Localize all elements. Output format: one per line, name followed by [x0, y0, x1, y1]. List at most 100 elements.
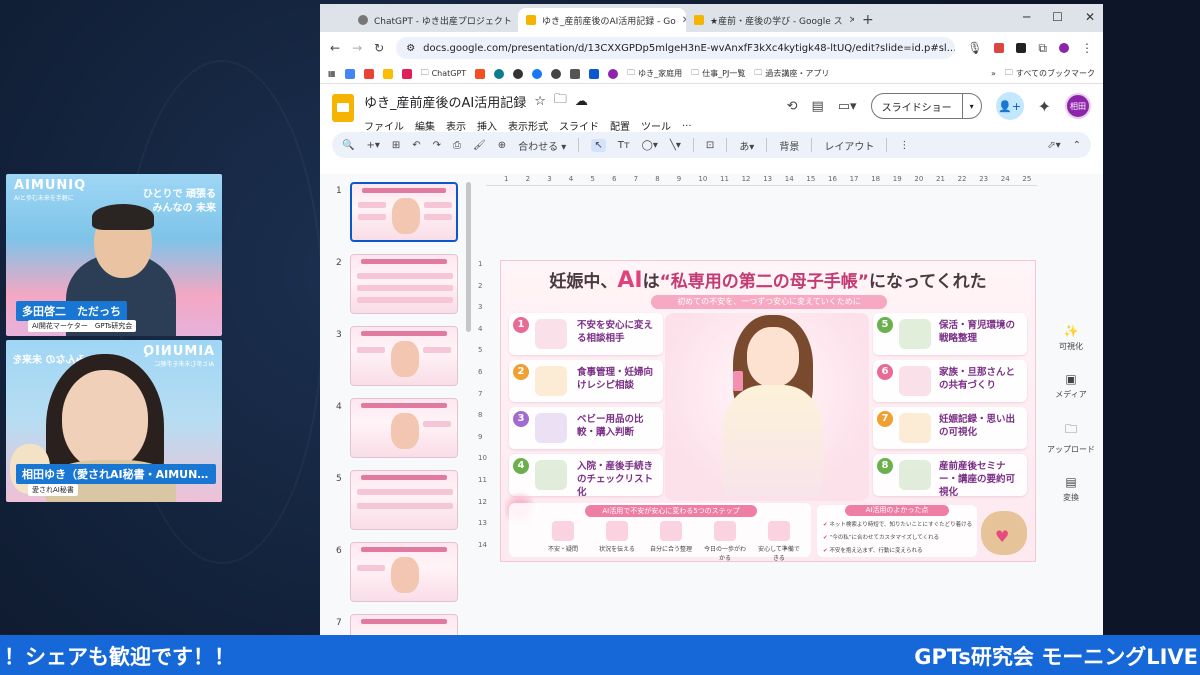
- google-icon[interactable]: [344, 68, 355, 79]
- shape-icon[interactable]: ◯▾: [642, 140, 658, 151]
- slide-canvas[interactable]: 妊娠中、AIは“私専用の第二の母子手帳”になってくれた 初めての不安を、一つずつ…: [500, 260, 1036, 562]
- slide-thumbnail-2[interactable]: [350, 254, 458, 314]
- bookmark-icon[interactable]: [589, 68, 600, 79]
- bookmark-icon[interactable]: [608, 68, 619, 79]
- pointer-mode-icon[interactable]: ⬀▾: [1047, 140, 1060, 151]
- menu-format[interactable]: 表示形式: [508, 118, 548, 133]
- tab-chatgpt[interactable]: ChatGPT - ゆき出産プロジェクト ✕: [350, 8, 518, 32]
- background-button[interactable]: 背景: [779, 138, 799, 153]
- layout-button[interactable]: レイアウト: [824, 138, 874, 153]
- text-box-icon[interactable]: Tт: [618, 140, 630, 151]
- menu-slide[interactable]: スライド: [559, 118, 599, 133]
- card-illustration-icon: [535, 460, 567, 490]
- menu-tools[interactable]: ツール: [641, 118, 671, 133]
- apple-icon[interactable]: [570, 68, 581, 79]
- folder-icon: 🗀: [1064, 422, 1077, 436]
- cloud-status-icon[interactable]: ☁: [575, 94, 588, 109]
- bookmark-chatgpt[interactable]: 🗀 ChatGPT: [421, 67, 467, 81]
- select-cursor-icon[interactable]: ↖: [591, 138, 606, 152]
- filmstrip-scrollbar[interactable]: [466, 182, 471, 332]
- close-icon[interactable]: ✕: [849, 15, 854, 26]
- menu-file[interactable]: ファイル: [364, 118, 404, 133]
- browser-menu-icon[interactable]: ⋮: [1081, 41, 1093, 55]
- extension-icon[interactable]: [1016, 43, 1027, 53]
- more-options-icon[interactable]: ⋮: [899, 140, 909, 151]
- input-tools-icon[interactable]: あ▾: [739, 138, 754, 153]
- reload-icon[interactable]: ↻: [374, 41, 384, 55]
- menu-insert[interactable]: 挿入: [477, 118, 497, 133]
- forward-icon[interactable]: →: [352, 41, 362, 55]
- account-avatar[interactable]: 相田: [1065, 93, 1091, 119]
- slide-thumbnail-5[interactable]: [350, 470, 458, 530]
- bookmark-folder-past[interactable]: 🗀 過去講座・アプリ: [754, 67, 829, 81]
- add-comment-icon[interactable]: ⊞: [392, 140, 400, 151]
- new-tab-button[interactable]: +: [854, 12, 882, 32]
- mic-icon[interactable]: 🎙: [967, 41, 982, 55]
- ruler-tick-label: 12: [741, 175, 751, 183]
- collapse-toolbar-icon[interactable]: ⌃: [1073, 140, 1081, 151]
- facebook-icon[interactable]: [532, 68, 543, 79]
- back-icon[interactable]: ←: [330, 41, 340, 55]
- slideshow-button[interactable]: スライドショー ▾: [870, 93, 982, 119]
- slides-logo-icon[interactable]: [332, 94, 354, 122]
- site-info-icon[interactable]: ⚙: [406, 43, 415, 54]
- zoom-fit-select[interactable]: 合わせる ▾: [518, 138, 566, 153]
- meet-camera-icon[interactable]: ▭▾: [838, 99, 857, 114]
- bookmark-icon[interactable]: [513, 68, 524, 79]
- slide-number: 3: [336, 330, 342, 340]
- url-field[interactable]: ⚙ docs.google.com/presentation/d/13CXXGP…: [396, 37, 956, 59]
- bookmark-icon[interactable]: [551, 68, 562, 79]
- all-bookmarks-folder[interactable]: 🗀 すべてのブックマーク: [1005, 67, 1095, 81]
- comments-icon[interactable]: ▤: [811, 99, 823, 114]
- merit-item: 不安を抱え込まず、行動に変えられる: [823, 546, 922, 554]
- document-title[interactable]: ゆき_産前産後のAI活用記録: [364, 92, 526, 111]
- redo-icon[interactable]: ↷: [433, 140, 441, 151]
- apps-grid-icon[interactable]: ▦: [328, 69, 336, 78]
- menu-arrange[interactable]: 配置: [610, 118, 630, 133]
- slide-thumbnail-4[interactable]: [350, 398, 458, 458]
- slack-icon[interactable]: [401, 68, 412, 79]
- gmail-icon[interactable]: [363, 68, 374, 79]
- comment-icon[interactable]: ⊡: [706, 140, 714, 151]
- close-window-icon[interactable]: ✕: [1085, 10, 1095, 24]
- maximize-icon[interactable]: ☐: [1052, 10, 1063, 24]
- microsoft-icon[interactable]: [475, 68, 486, 79]
- slide-thumbnail-3[interactable]: [350, 326, 458, 386]
- new-slide-icon[interactable]: +▾: [366, 140, 379, 151]
- gemini-spark-icon[interactable]: ✦: [1038, 97, 1051, 116]
- profile-icon[interactable]: [1059, 43, 1069, 53]
- menu-view[interactable]: 表示: [446, 118, 466, 133]
- more-bookmarks-icon[interactable]: »: [991, 69, 996, 78]
- menu-edit[interactable]: 編集: [415, 118, 435, 133]
- zoom-icon[interactable]: ⊕: [498, 140, 506, 151]
- media-button[interactable]: ▣ メディア: [1039, 372, 1103, 400]
- bookmark-folder-work[interactable]: 🗀 仕事_PJ一覧: [691, 67, 745, 81]
- drive-icon[interactable]: [382, 68, 393, 79]
- tab-slides-active[interactable]: ゆき_産前産後のAI活用記録 - Go ✕: [518, 8, 686, 32]
- slide-thumbnail-7[interactable]: [350, 614, 458, 635]
- visualize-button[interactable]: ✨ 可視化: [1039, 324, 1103, 352]
- convert-button[interactable]: ▤ 変換: [1039, 475, 1103, 503]
- undo-icon[interactable]: ↶: [412, 140, 420, 151]
- print-icon[interactable]: ⎙: [453, 140, 461, 151]
- slide-thumbnail-1[interactable]: [350, 182, 458, 242]
- upload-button[interactable]: 🗀 アップロード: [1039, 420, 1103, 455]
- ruler-tick-label: 9: [478, 432, 483, 441]
- star-icon[interactable]: ☆: [534, 94, 546, 109]
- extension-icon[interactable]: [994, 43, 1005, 53]
- move-folder-icon[interactable]: 🗀: [554, 90, 567, 112]
- history-icon[interactable]: ⟲: [787, 99, 798, 114]
- minimize-icon[interactable]: ─: [1023, 10, 1030, 24]
- paint-format-icon[interactable]: 🖌: [473, 140, 486, 151]
- slide-thumbnail-6[interactable]: [350, 542, 458, 602]
- share-icon[interactable]: 👤+: [995, 92, 1024, 120]
- bookmark-folder-home[interactable]: 🗀 ゆき_家庭用: [627, 67, 682, 81]
- extensions-puzzle-icon[interactable]: ⧉: [1038, 41, 1047, 56]
- line-icon[interactable]: ╲▾: [670, 140, 681, 151]
- search-menus-icon[interactable]: 🔍: [342, 140, 354, 151]
- slideshow-dropdown-icon[interactable]: ▾: [961, 94, 981, 118]
- menu-more[interactable]: ...: [682, 118, 692, 133]
- bookmark-icon[interactable]: [494, 68, 505, 79]
- ruler-tick-label: 13: [478, 519, 487, 528]
- tab-slides-2[interactable]: ★産前・産後の学び - Google ス ✕: [686, 8, 854, 32]
